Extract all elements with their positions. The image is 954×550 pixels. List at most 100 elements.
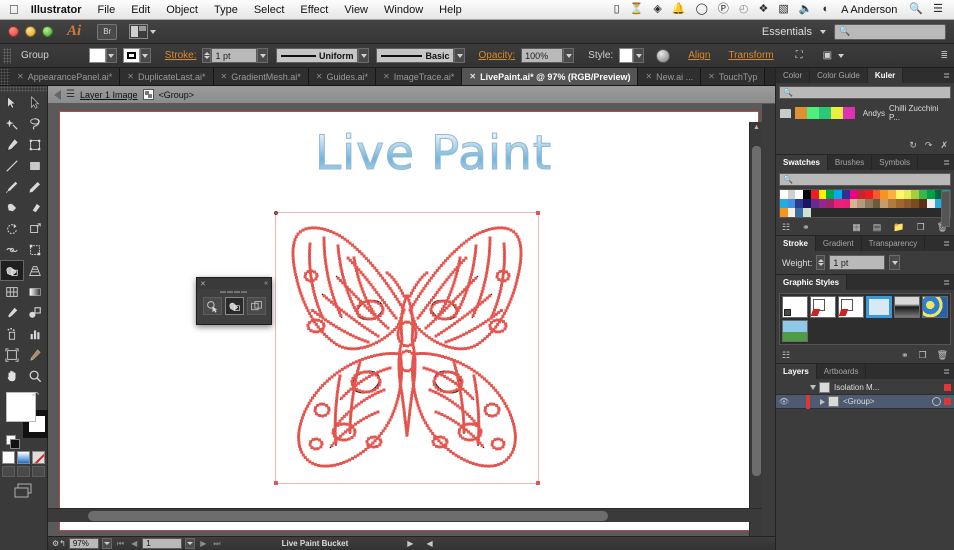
stroke-weight-input[interactable]: 1 pt bbox=[211, 48, 258, 63]
tab-appearancepanel[interactable]: ✕ AppearancePanel.ai* bbox=[10, 68, 121, 85]
pencil-tool[interactable] bbox=[24, 176, 48, 197]
swatch-4[interactable] bbox=[810, 190, 819, 199]
swatch-11[interactable] bbox=[864, 190, 873, 199]
swatch-29[interactable] bbox=[834, 199, 842, 208]
tab-imagetrace[interactable]: ✕ ImageTrace.ai* bbox=[376, 68, 463, 85]
kuler-theme-swatches[interactable] bbox=[794, 107, 855, 119]
flag-icon[interactable]: ▧ bbox=[773, 4, 793, 15]
artboard-number-input[interactable]: 1 bbox=[142, 538, 183, 549]
mesh-tool[interactable] bbox=[0, 281, 24, 302]
swatch-18[interactable] bbox=[919, 190, 927, 199]
kuler-swatch-4[interactable] bbox=[830, 107, 843, 119]
table-row[interactable]: 👁 <Group> bbox=[776, 394, 954, 409]
stroke-weight-stepper[interactable] bbox=[202, 48, 212, 63]
swatch-34[interactable] bbox=[872, 199, 881, 208]
direct-selection-tool[interactable] bbox=[24, 92, 48, 113]
menu-effect[interactable]: Effect bbox=[292, 4, 336, 16]
search-icon[interactable]: 🔍 bbox=[904, 4, 928, 15]
artboard-number-dropdown[interactable] bbox=[185, 538, 196, 549]
swatches-search-input[interactable]: 🔍 bbox=[779, 173, 951, 186]
swatches-panel-menu-icon[interactable]: ≣ bbox=[943, 155, 954, 170]
menu-type[interactable]: Type bbox=[206, 4, 246, 16]
opacity-label[interactable]: Opacity: bbox=[472, 50, 521, 61]
drawing-mode-behind-button[interactable] bbox=[17, 466, 30, 477]
menu-help[interactable]: Help bbox=[431, 4, 470, 16]
brush-definition-dropdown[interactable] bbox=[454, 48, 466, 63]
swatch-14[interactable] bbox=[888, 190, 896, 199]
menu-window[interactable]: Window bbox=[376, 4, 431, 16]
width-tool[interactable] bbox=[0, 239, 24, 260]
opacity-dropdown[interactable] bbox=[563, 48, 575, 63]
align-button[interactable]: Align bbox=[682, 50, 716, 61]
kuler-swatch-2[interactable] bbox=[806, 107, 819, 119]
selection-tool[interactable] bbox=[0, 92, 24, 113]
tab-guides[interactable]: ✕ Guides.ai* bbox=[308, 68, 377, 85]
menu-select[interactable]: Select bbox=[246, 4, 293, 16]
gradient-tool[interactable] bbox=[24, 281, 48, 302]
swatch-46[interactable] bbox=[795, 208, 804, 217]
swatch-40[interactable] bbox=[919, 199, 927, 208]
artboard[interactable]: Live Paint bbox=[59, 111, 759, 531]
tab-color-guide[interactable]: Color Guide bbox=[810, 68, 868, 83]
tab-livepaint[interactable]: ✕ LivePaint.ai* @ 97% (RGB/Preview) bbox=[462, 68, 639, 85]
tab-artboards[interactable]: Artboards bbox=[817, 364, 867, 379]
canvas-viewport[interactable]: Live Paint ✕ « ▬▬▬▬ ▲ bbox=[48, 104, 762, 536]
lasso-tool[interactable] bbox=[24, 113, 48, 134]
breadcrumb-group-label[interactable]: <Group> bbox=[159, 90, 195, 100]
eraser-tool[interactable] bbox=[24, 197, 48, 218]
user-name[interactable]: A Anderson bbox=[834, 4, 904, 16]
tab-duplicatelast[interactable]: ✕ DuplicateLast.ai* bbox=[120, 68, 214, 85]
swatch-39[interactable] bbox=[911, 199, 920, 208]
tab-touchtype[interactable]: ✕ TouchTyp bbox=[701, 68, 766, 85]
shape-builder-tool[interactable] bbox=[0, 260, 24, 281]
last-artboard-icon[interactable]: ⏭ bbox=[211, 539, 222, 549]
layers-icon[interactable]: ☰ bbox=[66, 89, 75, 100]
swatch-44[interactable] bbox=[780, 208, 788, 217]
symbol-sprayer-tool[interactable] bbox=[0, 323, 24, 344]
next-artboard-icon[interactable]: ▶ bbox=[198, 539, 208, 548]
horizontal-scroll-thumb[interactable] bbox=[88, 511, 608, 521]
close-icon[interactable]: ✕ bbox=[383, 72, 390, 81]
close-icon[interactable]: ✕ bbox=[645, 72, 652, 81]
kuler-swatch-3[interactable] bbox=[818, 107, 831, 119]
color-mode-button[interactable] bbox=[2, 451, 15, 464]
slice-tool[interactable] bbox=[24, 344, 48, 365]
draw-mode-chevron-down-icon[interactable] bbox=[838, 53, 845, 58]
artboard-navigation-icon[interactable]: ⚙↰ bbox=[52, 539, 66, 548]
drawing-mode-normal-button[interactable] bbox=[2, 466, 15, 477]
menu-file[interactable]: File bbox=[89, 4, 123, 16]
status-left-icon[interactable]: ◀ bbox=[426, 539, 432, 548]
free-transform-tool[interactable] bbox=[24, 239, 48, 260]
stroke-profile-dropdown[interactable] bbox=[358, 48, 370, 63]
graphic-style-landscape[interactable] bbox=[782, 320, 808, 342]
chevron-down-icon[interactable] bbox=[810, 385, 816, 390]
scale-tool[interactable] bbox=[24, 218, 48, 239]
graphic-style-blue-yellow-swirl[interactable] bbox=[922, 296, 948, 318]
swatch-19[interactable] bbox=[926, 190, 935, 199]
close-window-button[interactable] bbox=[8, 26, 19, 37]
merge-live-paint-tool-button[interactable] bbox=[246, 297, 266, 315]
menu-object[interactable]: Object bbox=[158, 4, 206, 16]
refresh-icon[interactable]: ↻ bbox=[909, 140, 917, 151]
brush-definition-combo[interactable]: Basic bbox=[376, 48, 455, 63]
graphic-style-dropdown[interactable] bbox=[633, 48, 645, 63]
tab-gradientmesh[interactable]: ✕ GradientMesh.ai* bbox=[213, 68, 309, 85]
swatch-2[interactable] bbox=[795, 190, 804, 199]
layer-target-indicator[interactable] bbox=[932, 397, 941, 406]
live-paint-selection-tool-button[interactable] bbox=[202, 297, 222, 315]
new-swatch-icon[interactable]: ❐ bbox=[916, 222, 924, 233]
gradient-mode-button[interactable] bbox=[17, 451, 30, 464]
swap-fill-stroke-icon[interactable]: ↶ bbox=[31, 390, 39, 401]
current-tool-label[interactable]: Live Paint Bucket bbox=[282, 539, 349, 548]
transform-button[interactable]: Transform bbox=[722, 50, 779, 61]
bridge-button[interactable]: Br bbox=[97, 23, 118, 40]
folder-icon[interactable] bbox=[780, 108, 791, 118]
graphic-style-red-slash[interactable] bbox=[838, 296, 864, 318]
stroke-profile-combo[interactable]: Uniform bbox=[276, 48, 359, 63]
fill-color-swatch[interactable] bbox=[88, 48, 106, 63]
swatch-9[interactable] bbox=[849, 190, 858, 199]
swatch-37[interactable] bbox=[895, 199, 904, 208]
first-artboard-icon[interactable]: ⏮ bbox=[115, 539, 126, 549]
fill-swatch-dropdown[interactable] bbox=[105, 48, 117, 63]
color-panel-menu-icon[interactable]: ≣ bbox=[943, 68, 954, 83]
